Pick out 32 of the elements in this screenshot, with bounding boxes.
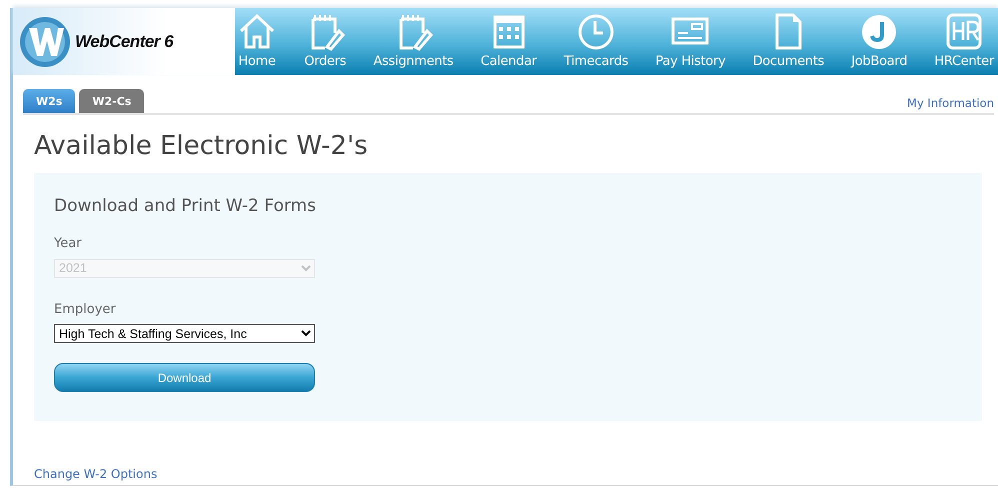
nav-item[interactable]: HRCenter <box>934 8 994 75</box>
hr-icon <box>944 11 984 51</box>
house-icon <box>237 11 277 51</box>
nav-item[interactable]: Documents <box>752 8 824 75</box>
nav-item[interactable]: Timecards <box>564 8 628 75</box>
logo-text: WebCenter 6 <box>75 32 174 52</box>
nav-item[interactable]: Home <box>237 8 277 75</box>
panel-heading: Download and Print W-2 Forms <box>54 196 317 216</box>
download-button[interactable]: Download <box>54 363 315 392</box>
nav-label: JobBoard <box>851 54 908 69</box>
field-label: Year <box>54 236 83 251</box>
nav-label: Home <box>238 54 276 69</box>
nav-label: Calendar <box>480 54 537 69</box>
page-title: Available Electronic W-2's <box>34 131 369 163</box>
logo-icon <box>19 16 71 68</box>
nav-item[interactable]: JobBoard <box>851 8 908 75</box>
field-label: Employer <box>54 302 117 316</box>
change-options-link[interactable]: Change W-2 Options <box>34 467 158 481</box>
nav-item[interactable]: Pay History <box>655 8 726 75</box>
nav-item[interactable]: Calendar <box>480 8 537 75</box>
my-information-link[interactable]: My Information <box>907 96 994 110</box>
nav-label: Orders <box>304 54 346 69</box>
nav-label: Assignments <box>373 54 454 69</box>
nav-label: Pay History <box>655 54 726 69</box>
nav-label: HRCenter <box>934 54 994 69</box>
select-field[interactable]: High Tech & Staffing Services, Inc <box>54 324 315 343</box>
nav-label: Documents <box>752 54 824 69</box>
tab[interactable]: W2s <box>23 89 76 113</box>
nav-label: Timecards <box>564 54 628 69</box>
nav-item[interactable]: Orders <box>304 8 346 75</box>
tab[interactable]: W2-Cs <box>79 89 144 113</box>
nav-item[interactable]: Assignments <box>373 8 454 75</box>
